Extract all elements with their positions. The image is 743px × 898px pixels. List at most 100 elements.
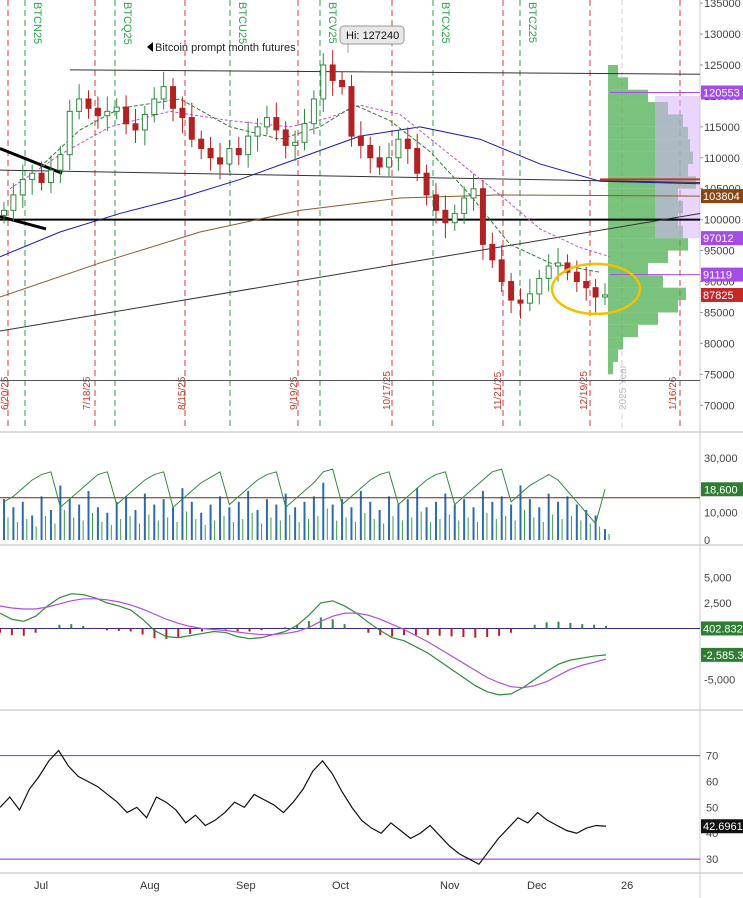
price-tick-label: 75000 — [704, 369, 735, 381]
month-label: Sep — [236, 880, 256, 892]
candle-body — [179, 107, 186, 119]
candle-body — [320, 64, 327, 100]
annotation-arrow — [147, 42, 153, 52]
volume-profile-bar — [608, 312, 658, 325]
rsi-tick-label: 30 — [706, 854, 718, 866]
candle-body — [235, 147, 242, 156]
macd-line — [0, 593, 607, 696]
macd-tick-label: 2,500 — [704, 598, 732, 610]
volume-profile-bar — [608, 287, 686, 301]
volume-tick-label: 0 — [704, 535, 710, 547]
bitcoin-futures-chart: BTCN25 BTCQ25 BTCU25 BTCV25 BTCX25 BTCZ25 6/20… — [0, 0, 743, 898]
date-label: 8/15/25 — [177, 376, 188, 410]
volume-panel: 0 10,000 30,000 18,600 — [0, 453, 743, 547]
price-tag-label: 97012 — [703, 233, 734, 245]
candle-body — [414, 147, 421, 174]
candle-body — [404, 138, 411, 149]
date-label: 7/18/25 — [82, 376, 93, 410]
sma-blue — [0, 126, 701, 258]
volume-profile-bar — [608, 89, 648, 103]
month-label: Oct — [332, 880, 349, 892]
sma-brown — [0, 194, 701, 298]
price-tick-label: 95000 — [704, 246, 735, 258]
candle-body — [376, 157, 383, 168]
price-panel: BTCN25 BTCQ25 BTCU25 BTCV25 BTCX25 BTCZ25 6/20… — [0, 0, 743, 898]
price-tick-label: 110000 — [704, 153, 740, 165]
candle-body — [38, 172, 45, 184]
volume-tag-label: 18,600 — [704, 484, 738, 496]
volume-profile-bar — [608, 238, 688, 251]
candle-body — [451, 212, 458, 224]
expiry-label: BTCQ25 — [121, 2, 133, 45]
year-label: 2025 Year — [618, 364, 629, 410]
date-label: 6/20/25 — [0, 376, 11, 410]
candle-body — [76, 98, 83, 112]
hi-label: Hi: 127240 — [346, 30, 399, 42]
price-tick-label: 135000 — [704, 0, 741, 10]
expiry-label: BTCU25 — [236, 2, 248, 44]
volume-tick-label: 30,000 — [704, 453, 738, 465]
trend-line-bold-a — [0, 147, 63, 175]
month-label: Nov — [440, 880, 460, 892]
candle-body — [151, 98, 158, 115]
date-label: 12/19/25 — [579, 371, 590, 410]
candle-body — [198, 138, 205, 149]
candle-body — [329, 64, 336, 81]
date-label: 10/17/25 — [382, 371, 393, 410]
macd-tick-label: -5,000 — [704, 675, 735, 687]
candle-body — [29, 172, 36, 180]
candle-body — [57, 154, 64, 171]
rsi-tag-label: 42.6961 — [703, 821, 743, 833]
candle-body — [207, 147, 214, 159]
volume-profile-bar — [608, 64, 618, 78]
candle-body — [461, 197, 468, 214]
volume-profile-bar — [608, 324, 638, 338]
trend-line-bold-b — [0, 215, 47, 231]
month-label: 26 — [621, 880, 633, 892]
candle-body — [517, 299, 524, 304]
candle-body — [104, 110, 111, 117]
date-label: 11/21/25 — [493, 371, 504, 410]
candle-body — [226, 147, 233, 165]
candle-body — [10, 194, 17, 211]
volume-profile-bar — [608, 361, 613, 375]
volume-profile-bar — [608, 77, 628, 90]
month-label: Jul — [34, 880, 48, 892]
candle-body — [479, 188, 486, 245]
candle-body — [442, 209, 449, 224]
candle-body — [423, 172, 430, 196]
volume-tick-label: 10,000 — [704, 508, 738, 520]
candle-body — [132, 123, 139, 131]
macd-tag-label: 402.832 — [703, 623, 743, 635]
candle-body — [367, 144, 374, 159]
candle-body — [470, 188, 477, 199]
candle-body — [348, 86, 355, 137]
price-tick-label: 125000 — [704, 60, 741, 72]
candle-body — [602, 294, 608, 298]
volume-profile-bar — [608, 349, 618, 362]
price-tick-label: 130000 — [704, 29, 741, 41]
month-label: Aug — [140, 880, 160, 892]
macd-tag-label: -2,585.3 — [703, 650, 743, 662]
candle-body — [583, 281, 590, 289]
candle-body — [545, 265, 552, 279]
candle-body — [85, 98, 92, 109]
trend-line-upper — [0, 169, 701, 184]
rsi-tick-label: 60 — [706, 777, 718, 789]
candle-body — [386, 157, 393, 168]
price-tick-label: 85000 — [704, 307, 735, 319]
month-label: Dec — [527, 880, 547, 892]
candle-body — [292, 141, 299, 146]
candle-body — [498, 259, 505, 283]
price-tag-label: 103804 — [703, 191, 740, 203]
candle-body — [395, 138, 402, 159]
price-tick-label: 70000 — [704, 400, 735, 412]
candle-body — [310, 98, 317, 125]
candle-body — [489, 243, 496, 261]
annotation-text: Bitcoin prompt month futures — [155, 42, 296, 54]
price-tick-label: 100000 — [704, 215, 741, 227]
candle-body — [573, 271, 580, 283]
candle-body — [339, 79, 346, 88]
price-tick-label: 115000 — [704, 122, 740, 134]
price-tag-label: 87825 — [703, 290, 734, 302]
